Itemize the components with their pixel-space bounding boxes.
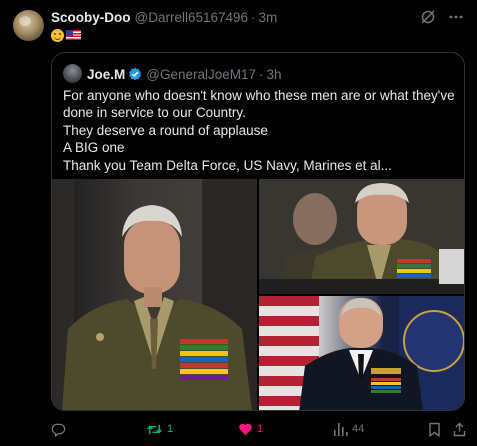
post-top-actions bbox=[420, 9, 464, 25]
like-count: 1 bbox=[257, 423, 264, 435]
quoted-text-line: A BIG one bbox=[63, 140, 125, 156]
photo-navy-admiral[interactable] bbox=[259, 296, 464, 410]
repost-count: 1 bbox=[167, 423, 174, 435]
views-count: 44 bbox=[352, 423, 365, 435]
more-icon[interactable] bbox=[448, 9, 464, 25]
author-handle[interactable]: @Darrell65167496 bbox=[135, 10, 249, 25]
reply-icon bbox=[51, 422, 66, 437]
media-grid bbox=[52, 179, 464, 410]
like-icon bbox=[238, 422, 253, 436]
photo-marine-general[interactable] bbox=[52, 179, 257, 410]
reply-button[interactable] bbox=[51, 420, 70, 438]
quoted-separator: · bbox=[259, 66, 264, 82]
repost-button[interactable]: 1 bbox=[146, 420, 173, 438]
views-icon bbox=[333, 422, 348, 436]
post-time[interactable]: 3m bbox=[259, 10, 278, 25]
quoted-text: For anyone who doesn't know who these me… bbox=[63, 87, 458, 174]
us-flag-emoji bbox=[66, 30, 81, 40]
post-actions: 1 1 44 bbox=[51, 420, 466, 438]
quoted-author-name[interactable]: Joe.M bbox=[87, 67, 125, 82]
post[interactable]: Scooby-Doo @Darrell65167496 · 3m Joe.M @… bbox=[0, 0, 477, 446]
repost-icon bbox=[146, 422, 163, 437]
quoted-header: Joe.M @GeneralJoeM17 · 3h bbox=[87, 65, 282, 83]
quoted-text-line: For anyone who doesn't know who these me… bbox=[63, 88, 455, 121]
photo-marine-hearing[interactable] bbox=[259, 179, 464, 294]
post-body-emojis bbox=[51, 28, 81, 42]
quoted-post[interactable]: Joe.M @GeneralJoeM17 · 3h For anyone who… bbox=[51, 52, 465, 411]
bookmark-button[interactable] bbox=[428, 420, 441, 438]
quoted-time[interactable]: 3h bbox=[267, 67, 282, 82]
like-button[interactable]: 1 bbox=[238, 420, 263, 438]
share-button[interactable] bbox=[453, 420, 466, 438]
post-header: Scooby-Doo @Darrell65167496 · 3m bbox=[51, 9, 277, 26]
header-separator: · bbox=[251, 10, 256, 25]
verified-badge-icon bbox=[128, 67, 142, 81]
grok-icon[interactable] bbox=[420, 9, 436, 25]
quoted-text-line: Thank you Team Delta Force, US Navy, Mar… bbox=[63, 157, 392, 173]
bookmark-icon bbox=[428, 422, 441, 437]
author-name[interactable]: Scooby-Doo bbox=[51, 10, 131, 25]
quoted-avatar[interactable] bbox=[63, 64, 82, 83]
views-button[interactable]: 44 bbox=[333, 420, 364, 438]
avatar[interactable] bbox=[13, 10, 44, 41]
quoted-text-line: They deserve a round of applause bbox=[63, 122, 268, 138]
quoted-author-handle[interactable]: @GeneralJoeM17 bbox=[146, 67, 256, 82]
smiling-face-emoji bbox=[51, 28, 64, 42]
share-icon bbox=[453, 422, 466, 437]
